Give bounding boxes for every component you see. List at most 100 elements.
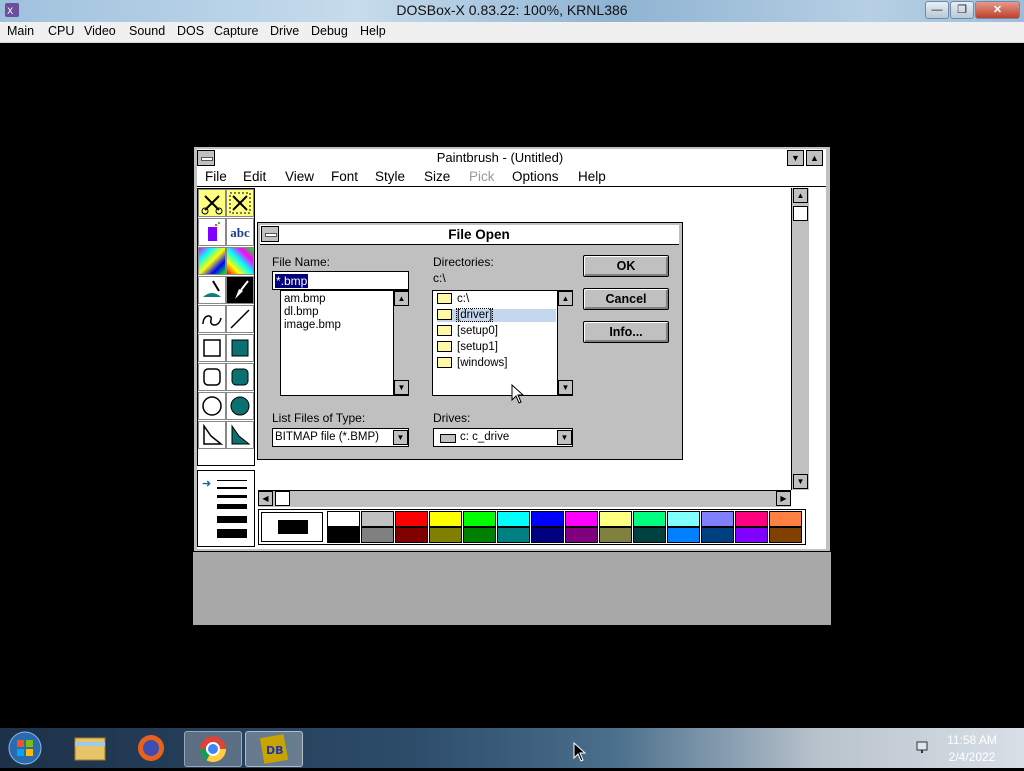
circle-icon[interactable]	[198, 392, 226, 420]
line-size-3[interactable]	[217, 495, 247, 498]
filled-circle-icon[interactable]	[226, 392, 254, 420]
dir-item[interactable]: [setup1]	[437, 341, 498, 354]
menu-debug[interactable]: Debug	[311, 24, 348, 38]
dir-item-root[interactable]: c:\	[437, 293, 469, 306]
clock-date[interactable]: 2/4/2022	[938, 750, 1006, 764]
line-size-5[interactable]	[217, 516, 247, 523]
dropdown-arrow-icon[interactable]: ▼	[557, 430, 572, 445]
palette-swatch[interactable]	[565, 511, 598, 527]
scroll-up-icon[interactable]: ▲	[793, 188, 808, 203]
firefox-icon[interactable]	[123, 731, 179, 765]
chrome-icon[interactable]	[184, 731, 242, 767]
pb-menu-style[interactable]: Style	[375, 167, 405, 186]
pb-menu-file[interactable]: File	[205, 167, 227, 186]
drive-select[interactable]: c: c_drive ▼	[433, 428, 573, 447]
file-list-scrollbar[interactable]: ▲ ▼	[393, 291, 409, 395]
eraser-icon[interactable]	[226, 247, 254, 275]
vertical-scrollbar[interactable]: ▲ ▼	[791, 188, 809, 490]
palette-swatch[interactable]	[497, 511, 530, 527]
color-eraser-icon[interactable]	[198, 247, 226, 275]
palette-swatch[interactable]	[769, 527, 802, 543]
menu-help[interactable]: Help	[360, 24, 386, 38]
pb-menu-font[interactable]: Font	[331, 167, 358, 186]
palette-swatch[interactable]	[701, 527, 734, 543]
minimize-button[interactable]: —	[925, 1, 949, 19]
menu-main[interactable]: Main	[7, 24, 34, 38]
palette-swatch[interactable]	[395, 511, 428, 527]
palette-swatch[interactable]	[769, 511, 802, 527]
line-size-box[interactable]: ➜	[197, 470, 255, 547]
menu-cpu[interactable]: CPU	[48, 24, 74, 38]
pb-menu-view[interactable]: View	[285, 167, 314, 186]
pick-icon[interactable]	[226, 189, 254, 217]
scroll-down-icon[interactable]: ▼	[558, 380, 573, 395]
pb-menu-edit[interactable]: Edit	[243, 167, 266, 186]
palette-swatch[interactable]	[701, 511, 734, 527]
start-orb-icon[interactable]	[6, 730, 44, 766]
palette-swatch[interactable]	[497, 527, 530, 543]
scroll-up-icon[interactable]: ▲	[558, 291, 573, 306]
curve-icon[interactable]	[198, 305, 226, 333]
cancel-button[interactable]: Cancel	[583, 288, 669, 310]
filled-rounded-box-icon[interactable]	[226, 363, 254, 391]
file-name-input[interactable]: *.bmp	[272, 271, 409, 290]
pb-menu-help[interactable]: Help	[578, 167, 606, 186]
horizontal-scrollbar[interactable]: ◀ ▶	[258, 490, 791, 507]
palette-swatch[interactable]	[463, 527, 496, 543]
line-size-1[interactable]	[217, 480, 247, 481]
scissors-icon[interactable]	[198, 189, 226, 217]
palette-swatch[interactable]	[735, 527, 768, 543]
filled-polygon-icon[interactable]	[226, 421, 254, 449]
vertical-scroll-thumb[interactable]	[793, 206, 808, 221]
brush-icon[interactable]	[226, 276, 254, 304]
file-item[interactable]: image.bmp	[284, 319, 341, 332]
airbrush-icon[interactable]	[198, 218, 226, 246]
palette-swatch[interactable]	[633, 527, 666, 543]
clock-time[interactable]: 11:58 AM	[938, 733, 1006, 747]
directory-list[interactable]: c:\ [driver] [setup0] [setup1] [windows]…	[432, 290, 573, 396]
line-icon[interactable]	[226, 305, 254, 333]
menu-drive[interactable]: Drive	[270, 24, 299, 38]
menu-dos[interactable]: DOS	[177, 24, 204, 38]
maximize-arrow-icon[interactable]: ▲	[806, 150, 823, 166]
system-menu-icon[interactable]	[197, 150, 215, 166]
menu-sound[interactable]: Sound	[129, 24, 165, 38]
paint-roller-icon[interactable]	[198, 276, 226, 304]
restore-button[interactable]: ❐	[950, 1, 974, 19]
palette-swatch[interactable]	[327, 511, 360, 527]
horizontal-scroll-thumb[interactable]	[275, 491, 290, 506]
pb-menu-size[interactable]: Size	[424, 167, 450, 186]
scroll-down-icon[interactable]: ▼	[394, 380, 409, 395]
dosbox-icon[interactable]: DB	[245, 731, 303, 767]
line-size-6[interactable]	[217, 529, 247, 538]
dir-item[interactable]: [windows]	[437, 357, 508, 370]
minimize-arrow-icon[interactable]: ▼	[787, 150, 804, 166]
dir-list-scrollbar[interactable]: ▲ ▼	[557, 291, 573, 395]
dropdown-arrow-icon[interactable]: ▼	[393, 430, 408, 445]
filled-box-icon[interactable]	[226, 334, 254, 362]
palette-swatch[interactable]	[667, 527, 700, 543]
palette-swatch[interactable]	[599, 511, 632, 527]
palette-swatch[interactable]	[735, 511, 768, 527]
line-size-4[interactable]	[217, 504, 247, 509]
scroll-left-icon[interactable]: ◀	[258, 491, 273, 506]
palette-swatch[interactable]	[463, 511, 496, 527]
menu-capture[interactable]: Capture	[214, 24, 258, 38]
polygon-icon[interactable]	[198, 421, 226, 449]
box-icon[interactable]	[198, 334, 226, 362]
info-button[interactable]: Info...	[583, 321, 669, 343]
file-type-select[interactable]: BITMAP file (*.BMP) ▼	[272, 428, 409, 447]
file-list[interactable]: am.bmp dl.bmp image.bmp ▲ ▼	[280, 290, 409, 396]
network-icon[interactable]	[915, 739, 931, 755]
palette-swatch[interactable]	[633, 511, 666, 527]
dialog-system-menu-icon[interactable]	[261, 226, 279, 242]
palette-swatch[interactable]	[599, 527, 632, 543]
menu-video[interactable]: Video	[84, 24, 116, 38]
palette-swatch[interactable]	[667, 511, 700, 527]
text-icon[interactable]: abc	[226, 218, 254, 246]
palette-swatch[interactable]	[429, 511, 462, 527]
palette-swatch[interactable]	[531, 527, 564, 543]
line-size-2[interactable]	[217, 487, 247, 489]
palette-swatch[interactable]	[565, 527, 598, 543]
pb-menu-options[interactable]: Options	[512, 167, 559, 186]
